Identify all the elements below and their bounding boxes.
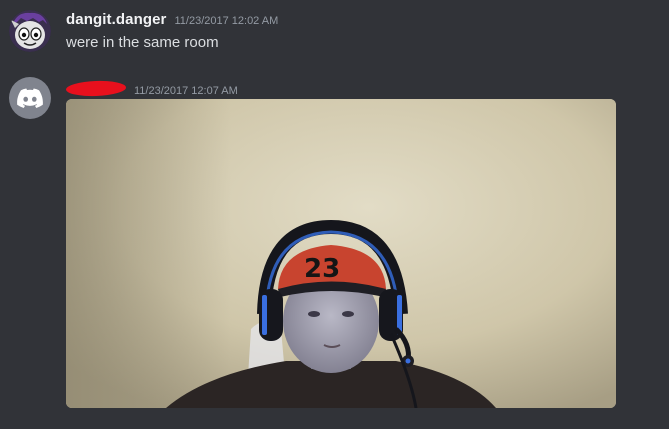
chat-message: dangit.danger 11/23/2017 12:02 AM were i… xyxy=(0,0,669,70)
user-avatar[interactable] xyxy=(9,77,51,119)
username[interactable]: dangit.danger xyxy=(66,11,166,28)
message-header: 11/23/2017 12:07 AM xyxy=(65,79,238,98)
redacted-username[interactable] xyxy=(65,79,127,98)
chat-message-list: dangit.danger 11/23/2017 12:02 AM were i… xyxy=(0,0,669,429)
svg-text:23: 23 xyxy=(304,254,340,284)
timestamp[interactable]: 11/23/2017 12:07 AM xyxy=(134,85,238,97)
chat-message: 11/23/2017 12:07 AM 23 xyxy=(0,70,669,429)
timestamp[interactable]: 11/23/2017 12:02 AM xyxy=(174,15,278,27)
cartoon-face-avatar-icon xyxy=(9,10,51,52)
user-avatar[interactable] xyxy=(9,10,51,52)
image-attachment[interactable]: 23 xyxy=(66,99,616,408)
webcam-photo: 23 xyxy=(66,99,616,408)
message-header: dangit.danger 11/23/2017 12:02 AM xyxy=(66,11,278,28)
message-content: were in the same room xyxy=(66,34,219,51)
discord-logo-icon xyxy=(17,88,43,108)
